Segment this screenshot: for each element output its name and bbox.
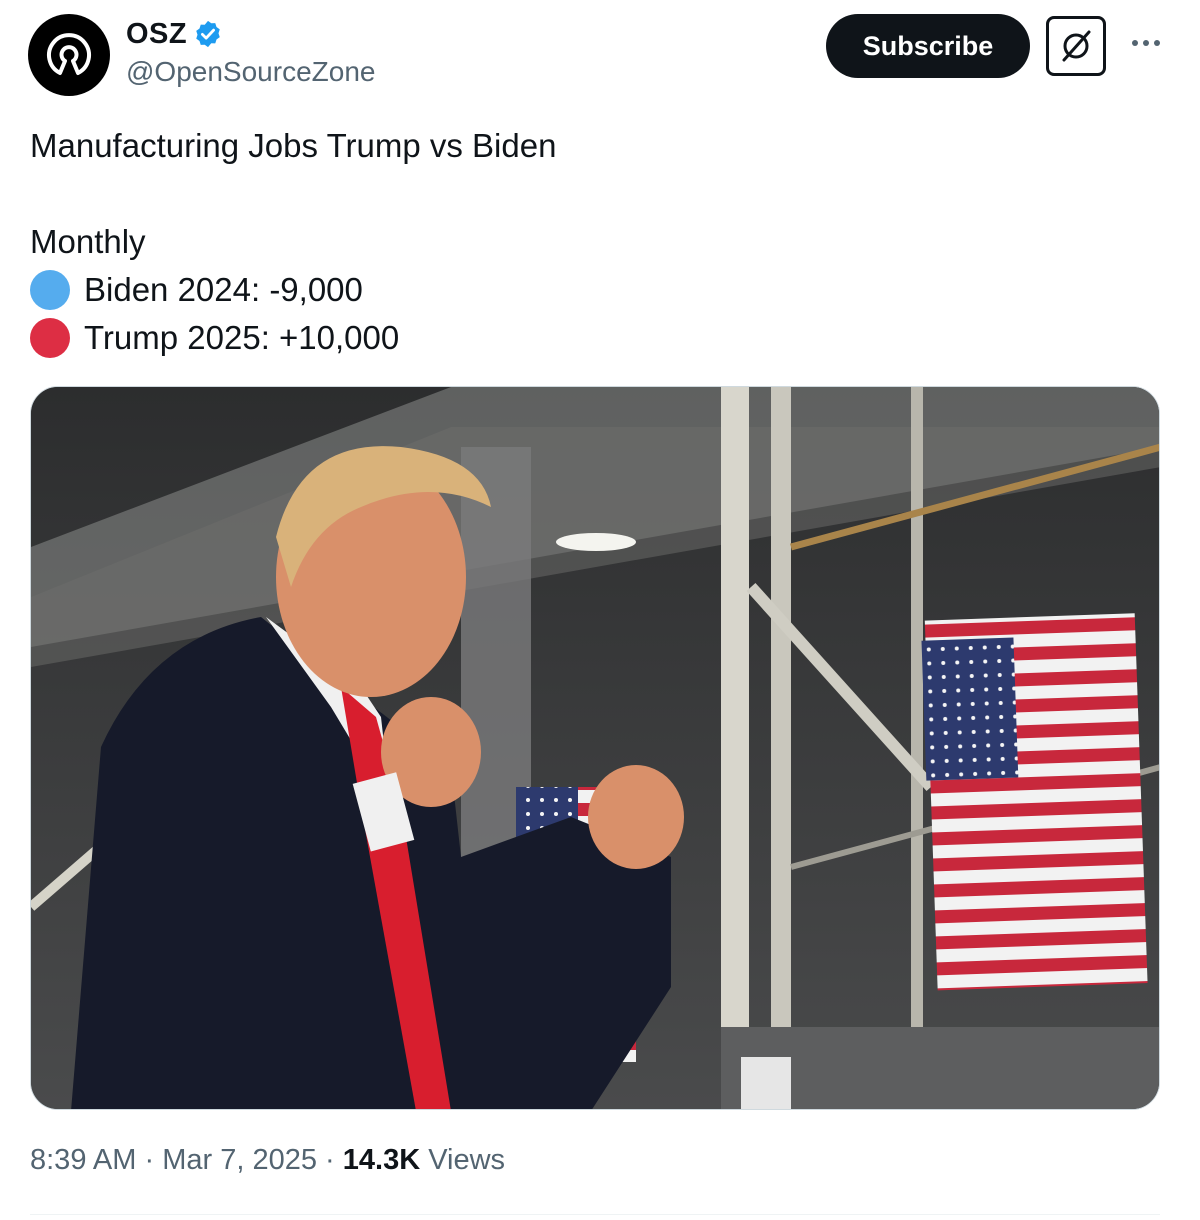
photo-illustration <box>31 387 1159 1109</box>
display-name-row: OSZ <box>126 16 375 52</box>
post-item-trump: Trump 2025: +10,000 <box>30 318 399 358</box>
views-count: 14.3K <box>342 1144 421 1176</box>
author-handle[interactable]: @OpenSourceZone <box>126 56 375 88</box>
post-item-label: Trump 2025: +10,000 <box>84 319 400 356</box>
meta-separator: · <box>144 1144 155 1176</box>
meta-separator: · <box>325 1144 335 1176</box>
more-options-button[interactable] <box>1126 28 1166 58</box>
open-source-logo-icon <box>47 33 91 75</box>
more-dot <box>1143 40 1149 46</box>
post-header: OSZ @OpenSourceZone Subscribe <box>28 14 1168 104</box>
blue-circle-icon <box>30 270 70 310</box>
post-meta: 8:39 AM · Mar 7, 2025 · 14.3K Views <box>30 1144 505 1177</box>
grok-button[interactable] <box>1046 16 1106 76</box>
more-dot <box>1154 40 1160 46</box>
red-circle-icon <box>30 318 70 358</box>
post-item-biden: Biden 2024: -9,000 <box>30 270 363 310</box>
avatar[interactable] <box>28 14 110 96</box>
grok-icon <box>1062 30 1091 62</box>
divider <box>30 1214 1160 1215</box>
post-subtitle-line: Monthly <box>30 223 146 260</box>
post-title-line: Manufacturing Jobs Trump vs Biden <box>30 127 557 164</box>
subscribe-button[interactable]: Subscribe <box>826 14 1030 78</box>
post-media-photo[interactable] <box>30 386 1160 1110</box>
views-label: Views <box>428 1144 506 1176</box>
verified-badge-icon[interactable] <box>193 19 223 49</box>
author-names: OSZ @OpenSourceZone <box>126 16 375 88</box>
post-time[interactable]: 8:39 AM <box>30 1144 136 1176</box>
more-dot <box>1132 40 1138 46</box>
display-name[interactable]: OSZ <box>126 18 187 51</box>
post-date[interactable]: Mar 7, 2025 <box>162 1144 317 1176</box>
post-item-label: Biden 2024: -9,000 <box>84 271 363 308</box>
